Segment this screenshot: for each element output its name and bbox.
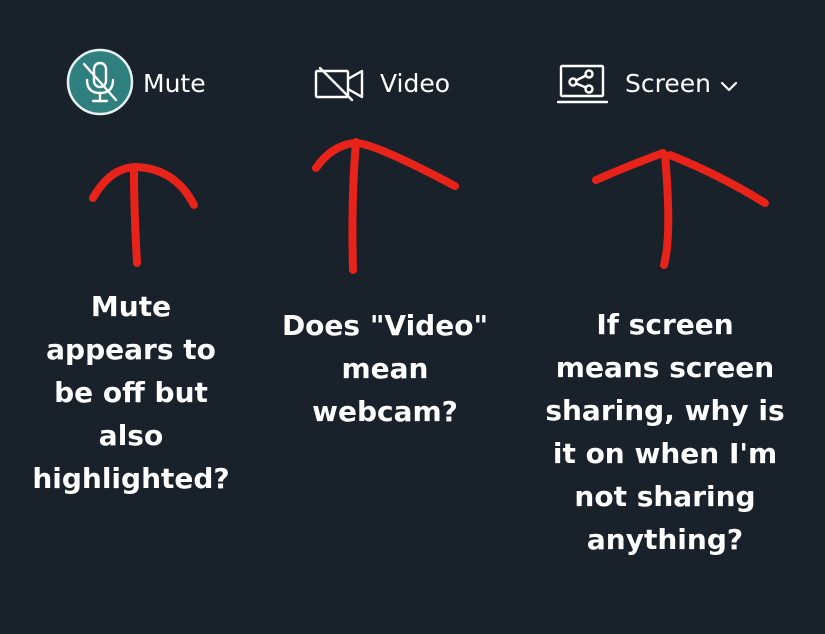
- arrow-screen: [592, 149, 769, 269]
- mute-annotation-line: also: [98, 419, 164, 452]
- screen-annotation-line: If screen: [596, 308, 734, 341]
- mute-annotation-line: be off but: [54, 376, 208, 409]
- mute-annotation-line: appears to: [46, 333, 216, 366]
- screen-annotation-line: sharing, why is: [545, 394, 785, 427]
- mute-annotation: Mute appears to be off but also highligh…: [20, 285, 242, 500]
- video-annotation-line: Does "Video": [281, 309, 489, 342]
- arrow-mute: [89, 163, 198, 267]
- mute-annotation-line: Mute: [90, 290, 172, 323]
- screen-annotation-line: not sharing: [574, 480, 756, 513]
- screen-annotation-line: means screen: [555, 351, 775, 384]
- mute-annotation-line: highlighted?: [32, 462, 230, 495]
- video-annotation-line: webcam?: [312, 395, 458, 428]
- screen-annotation-line: it on when I'm: [552, 437, 778, 470]
- screen-annotation-line: anything?: [586, 523, 744, 556]
- arrow-video: [312, 138, 459, 274]
- screen-annotation: If screen means screen sharing, why is i…: [535, 303, 795, 561]
- video-annotation: Does "Video" mean webcam?: [260, 304, 510, 433]
- video-annotation-line: mean: [341, 352, 429, 385]
